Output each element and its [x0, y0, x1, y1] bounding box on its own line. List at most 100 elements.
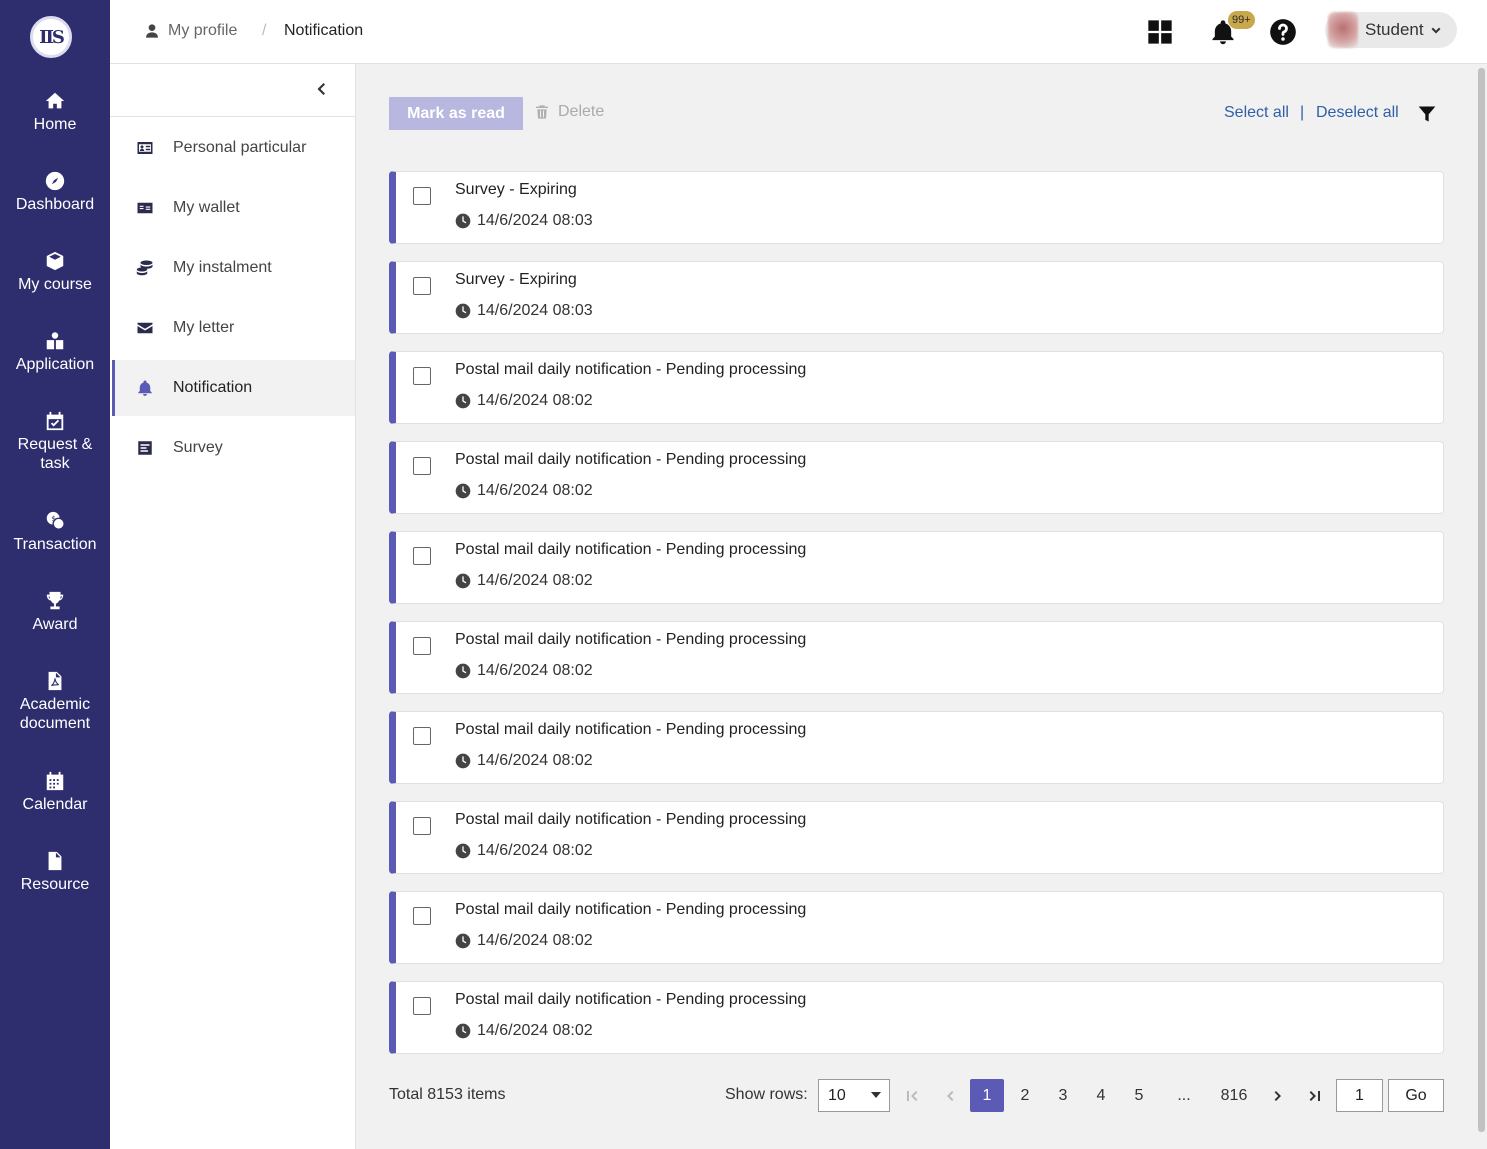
clock-icon	[455, 303, 471, 319]
notification-card[interactable]: Postal mail daily notification - Pending…	[389, 891, 1444, 964]
clock-icon	[455, 1023, 471, 1039]
coins-icon	[136, 260, 153, 276]
notification-time: 14/6/2024 08:02	[455, 662, 593, 680]
notification-checkbox[interactable]	[413, 907, 431, 925]
nav-item-transaction[interactable]: $ Transaction	[0, 510, 110, 554]
page-button-4[interactable]: 4	[1090, 1079, 1112, 1112]
collapse-subnav-button[interactable]	[312, 80, 330, 98]
subnav-label: Personal particular	[173, 139, 307, 156]
nav-item-application[interactable]: Application	[0, 330, 110, 374]
notification-title: Postal mail daily notification - Pending…	[455, 451, 807, 468]
notification-checkbox[interactable]	[413, 637, 431, 655]
grid-icon	[1148, 20, 1172, 44]
notification-time: 14/6/2024 08:02	[455, 482, 593, 500]
deselect-all-link[interactable]: Deselect all	[1316, 104, 1399, 122]
subnav-item-my-wallet[interactable]: My wallet	[112, 180, 355, 236]
survey-icon	[138, 441, 152, 455]
notification-checkbox[interactable]	[413, 547, 431, 565]
notification-card[interactable]: Postal mail daily notification - Pending…	[389, 711, 1444, 784]
notification-checkbox[interactable]	[413, 817, 431, 835]
delete-button[interactable]: Delete	[534, 103, 604, 121]
notification-time: 14/6/2024 08:02	[455, 932, 593, 950]
notification-card[interactable]: Survey - Expiring 14/6/2024 08:03	[389, 261, 1444, 334]
toolbar-separator: |	[1300, 104, 1305, 121]
filter-button[interactable]	[1417, 104, 1437, 124]
nav-item-dashboard[interactable]: Dashboard	[0, 170, 110, 214]
calendar-check-icon	[46, 411, 64, 431]
nav-item-resource[interactable]: Resource	[0, 850, 110, 894]
first-page-button[interactable]	[902, 1079, 922, 1112]
select-all-link[interactable]: Select all	[1224, 104, 1289, 122]
transaction-icon: $	[46, 511, 65, 530]
notification-card[interactable]: Postal mail daily notification - Pending…	[389, 531, 1444, 604]
scrollbar[interactable]	[1476, 64, 1487, 1149]
profile-subnav: Personal particular My wallet My instalm…	[110, 64, 356, 1149]
clock-icon	[455, 213, 471, 229]
notification-card[interactable]: Postal mail daily notification - Pending…	[389, 441, 1444, 514]
notification-title: Postal mail daily notification - Pending…	[455, 991, 807, 1008]
notification-title: Postal mail daily notification - Pending…	[455, 541, 807, 558]
show-rows-label: Show rows:	[725, 1086, 808, 1103]
notification-card[interactable]: Postal mail daily notification - Pending…	[389, 351, 1444, 424]
page-button-3[interactable]: 3	[1052, 1079, 1074, 1112]
notification-timestamp: 14/6/2024 08:02	[477, 752, 593, 769]
help-button[interactable]	[1269, 18, 1297, 46]
scrollbar-thumb[interactable]	[1478, 68, 1485, 1132]
page-button-last[interactable]: 816	[1216, 1079, 1252, 1112]
subnav-divider	[110, 116, 355, 117]
nav-item-award[interactable]: Award	[0, 590, 110, 634]
notification-timestamp: 14/6/2024 08:02	[477, 392, 593, 409]
notification-title: Postal mail daily notification - Pending…	[455, 721, 807, 738]
rows-per-page-select[interactable]: 10	[818, 1079, 890, 1112]
subnav-label: Notification	[173, 379, 253, 396]
nav-item-academic-document[interactable]: Academic document	[0, 670, 110, 733]
subnav-item-survey[interactable]: Survey	[112, 420, 355, 476]
notification-timestamp: 14/6/2024 08:03	[477, 302, 593, 319]
notification-panel: Mark as read Delete Select all | Deselec…	[356, 64, 1476, 1149]
notification-checkbox[interactable]	[413, 997, 431, 1015]
home-icon	[45, 92, 65, 109]
compass-icon	[45, 171, 65, 191]
breadcrumb-my-profile[interactable]: My profile	[144, 22, 237, 40]
last-page-button[interactable]	[1305, 1079, 1325, 1112]
go-button[interactable]: Go	[1388, 1079, 1444, 1112]
notification-card[interactable]: Postal mail daily notification - Pending…	[389, 621, 1444, 694]
nav-label: Calendar	[22, 796, 88, 813]
clock-icon	[455, 753, 471, 769]
nav-item-my-course[interactable]: My course	[0, 250, 110, 294]
apps-grid-button[interactable]	[1146, 18, 1174, 46]
notification-checkbox[interactable]	[413, 457, 431, 475]
notification-time: 14/6/2024 08:02	[455, 572, 593, 590]
notification-card[interactable]: Postal mail daily notification - Pending…	[389, 801, 1444, 874]
nav-item-request-task[interactable]: Request & task	[0, 410, 110, 473]
notification-timestamp: 14/6/2024 08:02	[477, 932, 593, 949]
user-name: Student	[1365, 20, 1424, 39]
subnav-item-my-letter[interactable]: My letter	[112, 300, 355, 356]
nav-label: Home	[33, 116, 77, 133]
breadcrumb-current: Notification	[284, 22, 364, 39]
notification-checkbox[interactable]	[413, 727, 431, 745]
prev-page-button[interactable]	[940, 1079, 960, 1112]
logo[interactable]: IIS	[30, 16, 72, 58]
top-bar: My profile / Notification 99+ Student	[110, 0, 1487, 64]
subnav-item-my-instalment[interactable]: My instalment	[112, 240, 355, 296]
notification-checkbox[interactable]	[413, 187, 431, 205]
nav-label: My course	[18, 276, 92, 293]
notification-title: Survey - Expiring	[455, 181, 577, 198]
goto-page-input[interactable]: 1	[1336, 1079, 1383, 1112]
next-page-button[interactable]	[1268, 1079, 1288, 1112]
page-button-2[interactable]: 2	[1014, 1079, 1036, 1112]
notification-card[interactable]: Survey - Expiring 14/6/2024 08:03	[389, 171, 1444, 244]
user-menu[interactable]: Student	[1325, 12, 1457, 48]
notification-checkbox[interactable]	[413, 277, 431, 295]
mark-as-read-button[interactable]: Mark as read	[389, 97, 523, 130]
page-ellipsis[interactable]: ...	[1171, 1079, 1197, 1112]
notification-card[interactable]: Postal mail daily notification - Pending…	[389, 981, 1444, 1054]
page-button-5[interactable]: 5	[1128, 1079, 1150, 1112]
nav-item-calendar[interactable]: Calendar	[0, 770, 110, 814]
subnav-item-notification[interactable]: Notification	[112, 360, 355, 416]
notification-checkbox[interactable]	[413, 367, 431, 385]
subnav-item-personal-particular[interactable]: Personal particular	[112, 120, 355, 176]
page-button-1[interactable]: 1	[970, 1079, 1004, 1112]
nav-item-home[interactable]: Home	[0, 90, 110, 134]
